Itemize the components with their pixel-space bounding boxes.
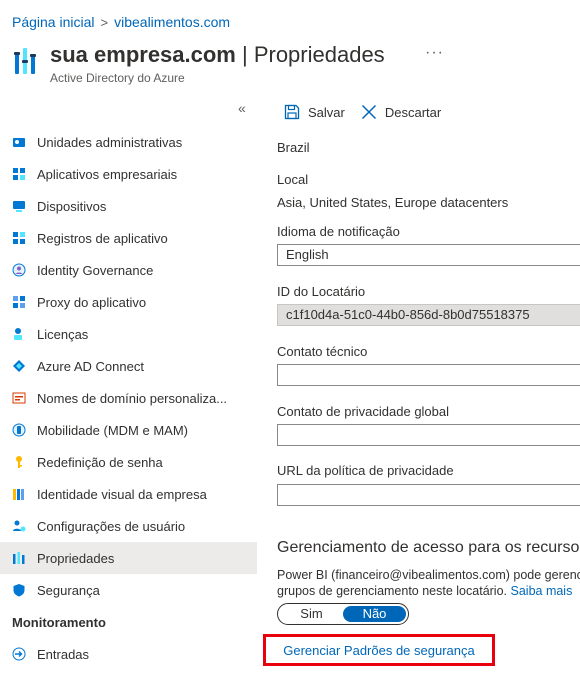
key-icon bbox=[16, 456, 22, 468]
notification-language-field: Idioma de notificação bbox=[277, 224, 400, 239]
tech-contact-input[interactable] bbox=[277, 364, 580, 386]
tenant-id-input[interactable]: c1f10d4a-51c0-44b0-856d-8b0d75518375 bbox=[277, 304, 580, 326]
country-value: Brazil bbox=[277, 140, 310, 155]
notification-language-label: Idioma de notificação bbox=[277, 224, 400, 239]
app-registrations-icon bbox=[13, 232, 25, 244]
discard-button[interactable]: Descartar bbox=[361, 104, 441, 120]
save-button[interactable]: Salvar bbox=[284, 104, 345, 120]
manage-security-defaults-link[interactable]: Gerenciar Padrões de segurança bbox=[283, 643, 475, 658]
access-management-text-2: grupos de gerenciamento neste locatário.… bbox=[277, 584, 573, 598]
save-label: Salvar bbox=[308, 104, 345, 120]
shield-icon bbox=[13, 584, 25, 597]
sidebar-item-label: Identidade visual da empresa bbox=[37, 486, 207, 502]
sidebar-item-14[interactable]: Segurança bbox=[0, 574, 257, 606]
privacy-contact-field: Contato de privacidade global bbox=[277, 404, 449, 419]
country-field: Brazil bbox=[277, 140, 310, 155]
breadcrumb-tenant-link[interactable]: vibealimentos.com bbox=[114, 14, 230, 30]
sidebar: Unidades administrativas Aplicativos empr… bbox=[0, 126, 257, 670]
access-management-text-1: Power BI (financeiro@vibealimentos.com) … bbox=[277, 568, 580, 582]
privacy-contact-label: Contato de privacidade global bbox=[277, 404, 450, 419]
privacy-url-label: URL da política de privacidade bbox=[277, 463, 454, 478]
tenant-id-field: ID do Locatário bbox=[277, 284, 365, 299]
sidebar-item-6[interactable]: Licenças bbox=[0, 318, 257, 350]
toggle-no-option[interactable]: Não bbox=[343, 606, 406, 622]
ad-connect-icon bbox=[13, 360, 25, 372]
sidebar-item-11[interactable]: Identidade visual da empresa bbox=[0, 478, 257, 510]
privacy-url-input[interactable] bbox=[277, 484, 580, 506]
licenses-icon bbox=[14, 328, 22, 340]
privacy-url-field: URL da política de privacidade bbox=[277, 463, 454, 478]
sidebar-item-label: Azure AD Connect bbox=[37, 358, 144, 374]
sidebar-item-label: Configurações de usuário bbox=[37, 518, 186, 534]
properties-icon bbox=[13, 552, 25, 564]
breadcrumb: Página inicial > vibealimentos.com bbox=[12, 14, 230, 30]
tech-contact-field: Contato técnico bbox=[277, 344, 367, 359]
toolbar: Salvar Descartar bbox=[284, 104, 457, 120]
identity-governance-icon bbox=[12, 263, 26, 277]
user-settings-icon bbox=[13, 520, 26, 532]
sidebar-item-label: Aplicativos empresariais bbox=[37, 166, 178, 182]
mobility-icon bbox=[12, 423, 26, 437]
sidebar-item-7[interactable]: Azure AD Connect bbox=[0, 350, 257, 382]
sidebar-item-label: Unidades administrativas bbox=[37, 134, 183, 150]
more-options-button[interactable]: ··· bbox=[425, 44, 444, 62]
notification-language-input[interactable]: English bbox=[277, 244, 580, 266]
sidebar-item-label: Licenças bbox=[37, 326, 89, 342]
tenant-id-label: ID do Locatário bbox=[277, 284, 366, 299]
page-header: sua empresa.com | Propriedades Active Di… bbox=[14, 40, 385, 85]
local-value: Asia, United States, Europe datacenters bbox=[277, 195, 509, 210]
access-management-heading: Gerenciamento de acesso para os recursos bbox=[277, 539, 580, 556]
sidebar-item-4[interactable]: Identity Governance bbox=[0, 254, 257, 286]
sidebar-item-label: Dispositivos bbox=[37, 198, 107, 214]
privacy-contact-input[interactable] bbox=[277, 424, 580, 446]
branding-icon bbox=[13, 489, 24, 500]
sidebar-item-label: Redefinição de senha bbox=[37, 454, 163, 470]
local-field: Local Asia, United States, Europe datace… bbox=[277, 172, 508, 210]
sidebar-item-label: Segurança bbox=[37, 582, 100, 598]
breadcrumb-separator: > bbox=[100, 14, 109, 30]
page-subtitle: Active Directory do Azure bbox=[50, 71, 185, 85]
sidebar-item-label: Mobilidade (MDM e MAM) bbox=[37, 422, 188, 438]
discard-label: Descartar bbox=[384, 104, 442, 120]
sidebar-item-2[interactable]: Dispositivos bbox=[0, 190, 257, 222]
enterprise-apps-icon bbox=[13, 168, 25, 180]
local-label: Local bbox=[277, 172, 309, 187]
sidebar-item-13[interactable]: Propriedades bbox=[0, 542, 257, 574]
page-title: sua empresa.com | Propriedades bbox=[50, 42, 385, 67]
manage-security-defaults-highlight: Gerenciar Padrões de segurança bbox=[263, 634, 495, 666]
sidebar-item-0[interactable]: Unidades administrativas bbox=[0, 126, 257, 158]
sidebar-item-3[interactable]: Registros de aplicativo bbox=[0, 222, 257, 254]
admin-units-icon bbox=[13, 138, 25, 147]
sidebar-item-12[interactable]: Configurações de usuário bbox=[0, 510, 257, 542]
sidebar-item-8[interactable]: Nomes de domínio personaliza... bbox=[0, 382, 257, 414]
sidebar-item-label: Identity Governance bbox=[37, 262, 154, 278]
learn-more-link[interactable]: Saiba mais bbox=[511, 584, 573, 598]
sidebar-item-label: Registros de aplicativo bbox=[37, 230, 168, 246]
sidebar-item-label: Entradas bbox=[37, 646, 90, 662]
close-icon bbox=[361, 104, 376, 120]
sidebar-item-1[interactable]: Aplicativos empresariais bbox=[0, 158, 257, 190]
sidebar-section-monitoring: Monitoramento bbox=[12, 614, 106, 630]
sidebar-item-10[interactable]: Redefinição de senha bbox=[0, 446, 257, 478]
sidebar-item-9[interactable]: Mobilidade (MDM e MAM) bbox=[0, 414, 257, 446]
breadcrumb-home-link[interactable]: Página inicial bbox=[12, 14, 95, 30]
collapse-sidebar-button[interactable]: « bbox=[238, 100, 246, 116]
access-management-toggle[interactable]: Sim Não bbox=[277, 603, 409, 625]
sign-ins-icon bbox=[12, 647, 26, 661]
sidebar-item-label: Nomes de domínio personaliza... bbox=[37, 390, 228, 406]
properties-icon bbox=[14, 48, 36, 74]
custom-domain-icon bbox=[12, 392, 26, 404]
sidebar-item-label: Propriedades bbox=[37, 550, 115, 566]
devices-icon bbox=[13, 201, 25, 212]
properties-form: Brazil Local Asia, United States, Europe… bbox=[277, 128, 580, 673]
toggle-yes-option[interactable]: Sim bbox=[280, 606, 343, 622]
save-icon bbox=[284, 104, 300, 120]
sidebar-monitor-item-0[interactable]: Entradas bbox=[0, 638, 257, 670]
tech-contact-label: Contato técnico bbox=[277, 344, 368, 359]
app-proxy-icon bbox=[13, 296, 25, 308]
sidebar-item-5[interactable]: Proxy do aplicativo bbox=[0, 286, 257, 318]
sidebar-item-label: Proxy do aplicativo bbox=[37, 294, 147, 310]
